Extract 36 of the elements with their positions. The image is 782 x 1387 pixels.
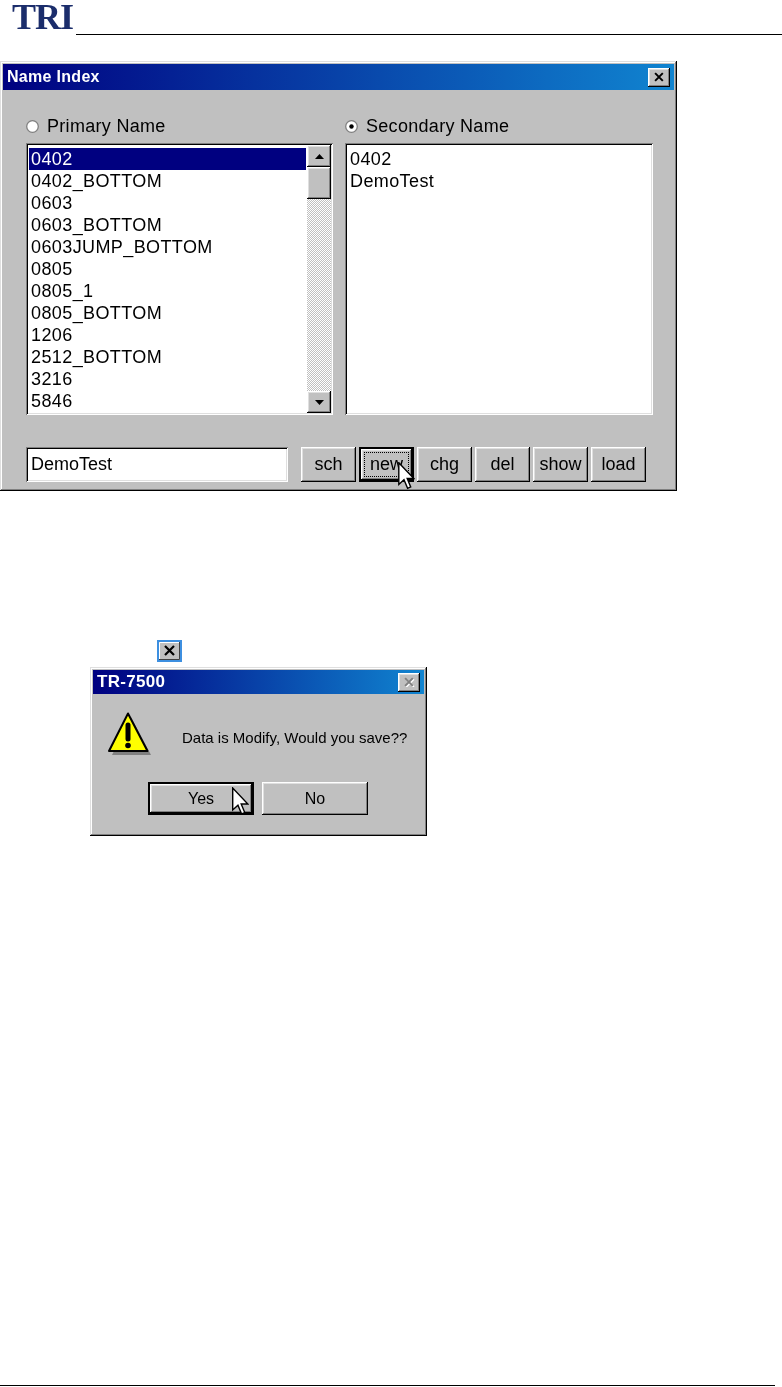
dialog-button[interactable]: Yes <box>148 782 254 815</box>
list-item[interactable]: 0805 <box>29 258 306 280</box>
close-icon <box>157 640 182 662</box>
action-button[interactable]: del <box>475 447 530 482</box>
list-item[interactable]: 0805_BOTTOM <box>29 302 306 324</box>
up-arrow-icon <box>314 153 324 159</box>
dialog-button[interactable]: No <box>262 782 368 815</box>
close-button[interactable] <box>648 67 670 87</box>
scrollbar-thumb[interactable] <box>307 167 331 199</box>
list-item[interactable]: 0603 <box>29 192 306 214</box>
radio-option[interactable]: Primary Name <box>26 117 333 135</box>
list-item[interactable]: 0402 <box>29 148 306 170</box>
list-item[interactable]: 0603JUMP_BOTTOM <box>29 236 306 258</box>
list-item[interactable]: DemoTest <box>348 170 650 192</box>
list-item[interactable]: 3216 <box>29 368 306 390</box>
window-title: Name Index <box>7 68 100 86</box>
logo: TRI <box>12 2 74 32</box>
list-item[interactable]: 2512_BOTTOM <box>29 346 306 368</box>
list-item[interactable]: 0603_BOTTOM <box>29 214 306 236</box>
list-item[interactable]: 0402_BOTTOM <box>29 170 306 192</box>
radio-option[interactable]: Secondary Name <box>345 117 653 135</box>
action-button[interactable]: load <box>591 447 646 482</box>
scroll-up-button[interactable] <box>307 145 331 167</box>
down-arrow-icon <box>314 399 324 405</box>
message-text: Data is Modify, Would you save?? <box>182 729 408 747</box>
warning-icon <box>108 712 152 756</box>
action-button[interactable]: chg <box>417 447 472 482</box>
action-button[interactable]: sch <box>301 447 356 482</box>
name-field[interactable]: DemoTest <box>26 447 288 482</box>
list-item[interactable]: 0402 <box>348 148 650 170</box>
list-item[interactable]: 5846 <box>29 390 306 412</box>
window-title: TR-7500 <box>97 672 166 692</box>
list-item[interactable]: 0805_1 <box>29 280 306 302</box>
list-item[interactable]: 1206 <box>29 324 306 346</box>
scroll-down-button[interactable] <box>307 391 331 413</box>
action-button[interactable]: show <box>533 447 588 482</box>
